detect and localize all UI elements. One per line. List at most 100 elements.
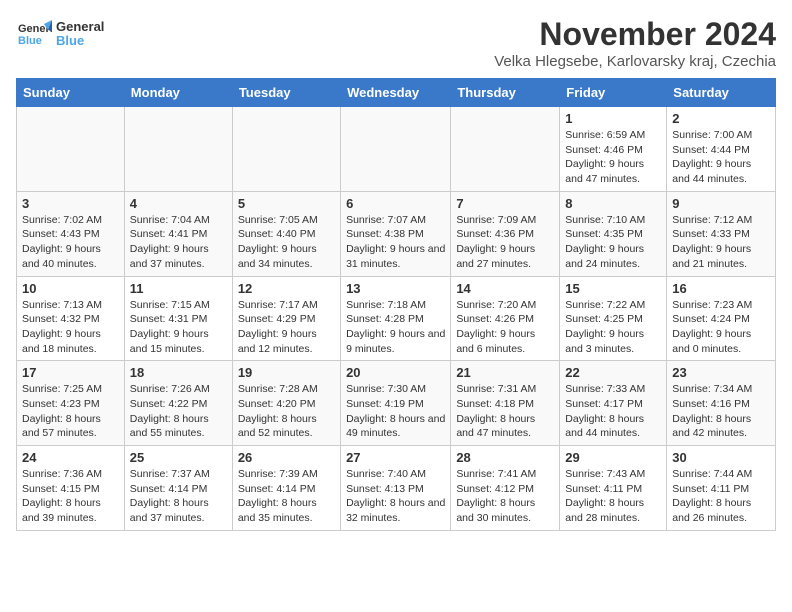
sunrise-text: Sunrise: 7:22 AM [565, 299, 645, 311]
sunset-text: Sunset: 4:38 PM [346, 228, 424, 240]
title-area: November 2024 Velka Hlegsebe, Karlovarsk… [494, 16, 776, 70]
daylight-text: Daylight: 9 hours and 31 minutes. [346, 243, 445, 270]
day-number: 12 [238, 281, 335, 296]
day-info: Sunrise: 7:31 AM Sunset: 4:18 PM Dayligh… [456, 382, 554, 441]
sunset-text: Sunset: 4:43 PM [22, 228, 100, 240]
daylight-text: Daylight: 8 hours and 49 minutes. [346, 413, 445, 440]
day-number: 17 [22, 365, 119, 380]
day-info: Sunrise: 7:02 AM Sunset: 4:43 PM Dayligh… [22, 213, 119, 272]
table-row: 3 Sunrise: 7:02 AM Sunset: 4:43 PM Dayli… [17, 191, 125, 276]
sunset-text: Sunset: 4:40 PM [238, 228, 316, 240]
sunset-text: Sunset: 4:12 PM [456, 483, 534, 495]
daylight-text: Daylight: 8 hours and 47 minutes. [456, 413, 535, 440]
daylight-text: Daylight: 8 hours and 26 minutes. [672, 497, 751, 524]
table-row: 15 Sunrise: 7:22 AM Sunset: 4:25 PM Dayl… [560, 276, 667, 361]
sunrise-text: Sunrise: 6:59 AM [565, 129, 645, 141]
daylight-text: Daylight: 9 hours and 0 minutes. [672, 328, 751, 355]
table-row [451, 107, 560, 192]
table-row: 7 Sunrise: 7:09 AM Sunset: 4:36 PM Dayli… [451, 191, 560, 276]
day-number: 26 [238, 450, 335, 465]
calendar-week-5: 24 Sunrise: 7:36 AM Sunset: 4:15 PM Dayl… [17, 446, 776, 531]
sunset-text: Sunset: 4:18 PM [456, 398, 534, 410]
daylight-text: Daylight: 9 hours and 3 minutes. [565, 328, 644, 355]
day-number: 13 [346, 281, 445, 296]
daylight-text: Daylight: 9 hours and 15 minutes. [130, 328, 209, 355]
sunrise-text: Sunrise: 7:26 AM [130, 383, 210, 395]
daylight-text: Daylight: 9 hours and 37 minutes. [130, 243, 209, 270]
sunset-text: Sunset: 4:16 PM [672, 398, 750, 410]
day-number: 10 [22, 281, 119, 296]
table-row: 10 Sunrise: 7:13 AM Sunset: 4:32 PM Dayl… [17, 276, 125, 361]
day-info: Sunrise: 7:34 AM Sunset: 4:16 PM Dayligh… [672, 382, 770, 441]
table-row: 12 Sunrise: 7:17 AM Sunset: 4:29 PM Dayl… [232, 276, 340, 361]
day-info: Sunrise: 7:17 AM Sunset: 4:29 PM Dayligh… [238, 298, 335, 357]
day-info: Sunrise: 7:30 AM Sunset: 4:19 PM Dayligh… [346, 382, 445, 441]
header-tuesday: Tuesday [232, 79, 340, 107]
sunset-text: Sunset: 4:14 PM [238, 483, 316, 495]
sunrise-text: Sunrise: 7:15 AM [130, 299, 210, 311]
day-number: 30 [672, 450, 770, 465]
table-row: 2 Sunrise: 7:00 AM Sunset: 4:44 PM Dayli… [667, 107, 776, 192]
sunset-text: Sunset: 4:13 PM [346, 483, 424, 495]
day-info: Sunrise: 7:18 AM Sunset: 4:28 PM Dayligh… [346, 298, 445, 357]
sunset-text: Sunset: 4:28 PM [346, 313, 424, 325]
daylight-text: Daylight: 8 hours and 55 minutes. [130, 413, 209, 440]
logo-text: General Blue [56, 20, 104, 49]
daylight-text: Daylight: 9 hours and 44 minutes. [672, 158, 751, 185]
day-number: 8 [565, 196, 661, 211]
table-row: 11 Sunrise: 7:15 AM Sunset: 4:31 PM Dayl… [124, 276, 232, 361]
day-number: 21 [456, 365, 554, 380]
daylight-text: Daylight: 8 hours and 52 minutes. [238, 413, 317, 440]
daylight-text: Daylight: 8 hours and 30 minutes. [456, 497, 535, 524]
sunrise-text: Sunrise: 7:04 AM [130, 214, 210, 226]
sunrise-text: Sunrise: 7:02 AM [22, 214, 102, 226]
logo-icon: General Blue [16, 16, 52, 52]
sunrise-text: Sunrise: 7:30 AM [346, 383, 426, 395]
sunset-text: Sunset: 4:32 PM [22, 313, 100, 325]
calendar-table: Sunday Monday Tuesday Wednesday Thursday… [16, 78, 776, 531]
daylight-text: Daylight: 8 hours and 37 minutes. [130, 497, 209, 524]
sunset-text: Sunset: 4:11 PM [672, 483, 749, 495]
sunset-text: Sunset: 4:26 PM [456, 313, 534, 325]
day-number: 23 [672, 365, 770, 380]
sunrise-text: Sunrise: 7:12 AM [672, 214, 752, 226]
table-row: 13 Sunrise: 7:18 AM Sunset: 4:28 PM Dayl… [341, 276, 451, 361]
sunrise-text: Sunrise: 7:41 AM [456, 468, 536, 480]
table-row: 23 Sunrise: 7:34 AM Sunset: 4:16 PM Dayl… [667, 361, 776, 446]
sunrise-text: Sunrise: 7:13 AM [22, 299, 102, 311]
daylight-text: Daylight: 8 hours and 35 minutes. [238, 497, 317, 524]
day-info: Sunrise: 7:33 AM Sunset: 4:17 PM Dayligh… [565, 382, 661, 441]
header-monday: Monday [124, 79, 232, 107]
calendar-week-2: 3 Sunrise: 7:02 AM Sunset: 4:43 PM Dayli… [17, 191, 776, 276]
table-row: 26 Sunrise: 7:39 AM Sunset: 4:14 PM Dayl… [232, 446, 340, 531]
sunrise-text: Sunrise: 7:43 AM [565, 468, 645, 480]
day-number: 18 [130, 365, 227, 380]
location-title: Velka Hlegsebe, Karlovarsky kraj, Czechi… [494, 53, 776, 70]
table-row: 16 Sunrise: 7:23 AM Sunset: 4:24 PM Dayl… [667, 276, 776, 361]
day-info: Sunrise: 7:36 AM Sunset: 4:15 PM Dayligh… [22, 467, 119, 526]
sunrise-text: Sunrise: 7:36 AM [22, 468, 102, 480]
daylight-text: Daylight: 8 hours and 57 minutes. [22, 413, 101, 440]
daylight-text: Daylight: 9 hours and 40 minutes. [22, 243, 101, 270]
day-info: Sunrise: 7:12 AM Sunset: 4:33 PM Dayligh… [672, 213, 770, 272]
sunrise-text: Sunrise: 7:44 AM [672, 468, 752, 480]
sunrise-text: Sunrise: 7:23 AM [672, 299, 752, 311]
day-info: Sunrise: 7:22 AM Sunset: 4:25 PM Dayligh… [565, 298, 661, 357]
sunset-text: Sunset: 4:23 PM [22, 398, 100, 410]
table-row: 30 Sunrise: 7:44 AM Sunset: 4:11 PM Dayl… [667, 446, 776, 531]
day-info: Sunrise: 7:15 AM Sunset: 4:31 PM Dayligh… [130, 298, 227, 357]
table-row: 17 Sunrise: 7:25 AM Sunset: 4:23 PM Dayl… [17, 361, 125, 446]
sunset-text: Sunset: 4:33 PM [672, 228, 750, 240]
day-number: 4 [130, 196, 227, 211]
daylight-text: Daylight: 9 hours and 9 minutes. [346, 328, 445, 355]
day-info: Sunrise: 7:10 AM Sunset: 4:35 PM Dayligh… [565, 213, 661, 272]
day-info: Sunrise: 7:37 AM Sunset: 4:14 PM Dayligh… [130, 467, 227, 526]
sunrise-text: Sunrise: 7:09 AM [456, 214, 536, 226]
day-info: Sunrise: 7:23 AM Sunset: 4:24 PM Dayligh… [672, 298, 770, 357]
table-row: 19 Sunrise: 7:28 AM Sunset: 4:20 PM Dayl… [232, 361, 340, 446]
day-number: 11 [130, 281, 227, 296]
sunset-text: Sunset: 4:44 PM [672, 144, 750, 156]
day-info: Sunrise: 7:28 AM Sunset: 4:20 PM Dayligh… [238, 382, 335, 441]
day-number: 25 [130, 450, 227, 465]
sunrise-text: Sunrise: 7:05 AM [238, 214, 318, 226]
